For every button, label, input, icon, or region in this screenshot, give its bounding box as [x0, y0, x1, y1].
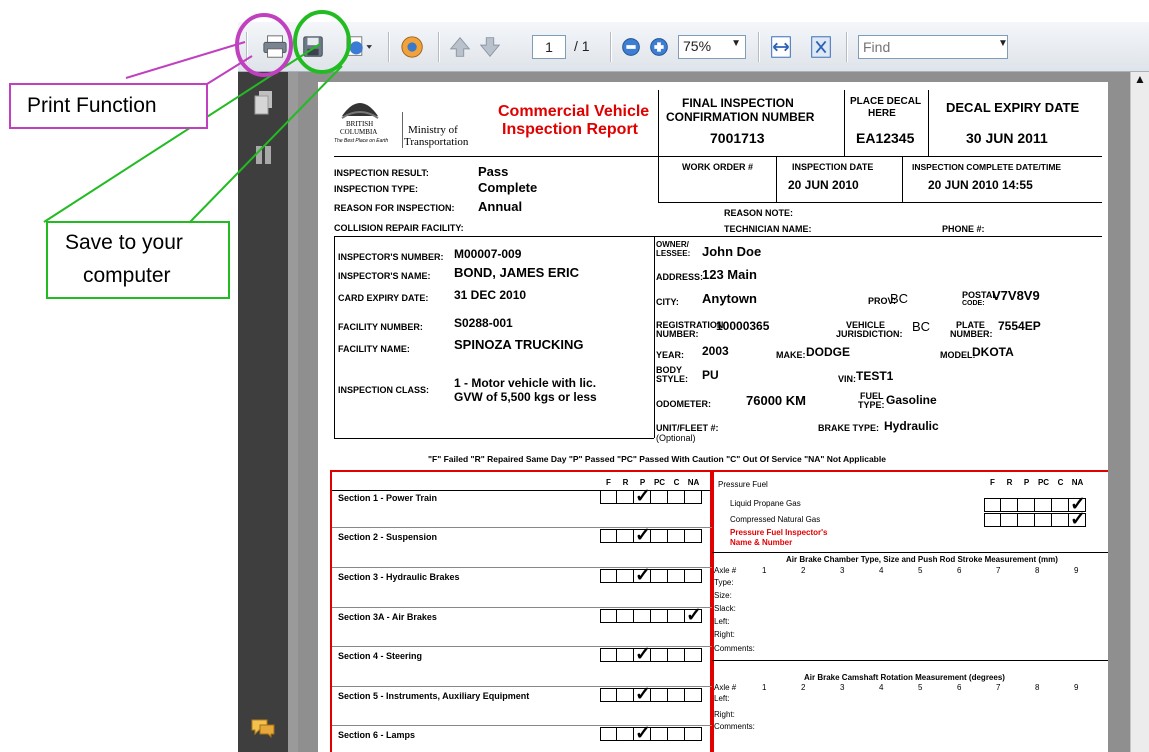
print-highlight-circle	[235, 13, 293, 77]
save-annotation-line1: Save to your	[65, 231, 183, 254]
print-annotation-box: Print Function	[9, 83, 208, 129]
save-annotation-box: Save to your computer	[46, 221, 230, 299]
print-callout-line-2	[206, 55, 253, 85]
save-callout-line-2	[189, 65, 343, 223]
save-highlight-circle	[293, 10, 351, 74]
save-annotation-line2: computer	[83, 264, 171, 287]
print-annotation-text: Print Function	[27, 94, 157, 117]
screenshot-root: / 1 75% ▼ ▼	[0, 0, 1149, 752]
